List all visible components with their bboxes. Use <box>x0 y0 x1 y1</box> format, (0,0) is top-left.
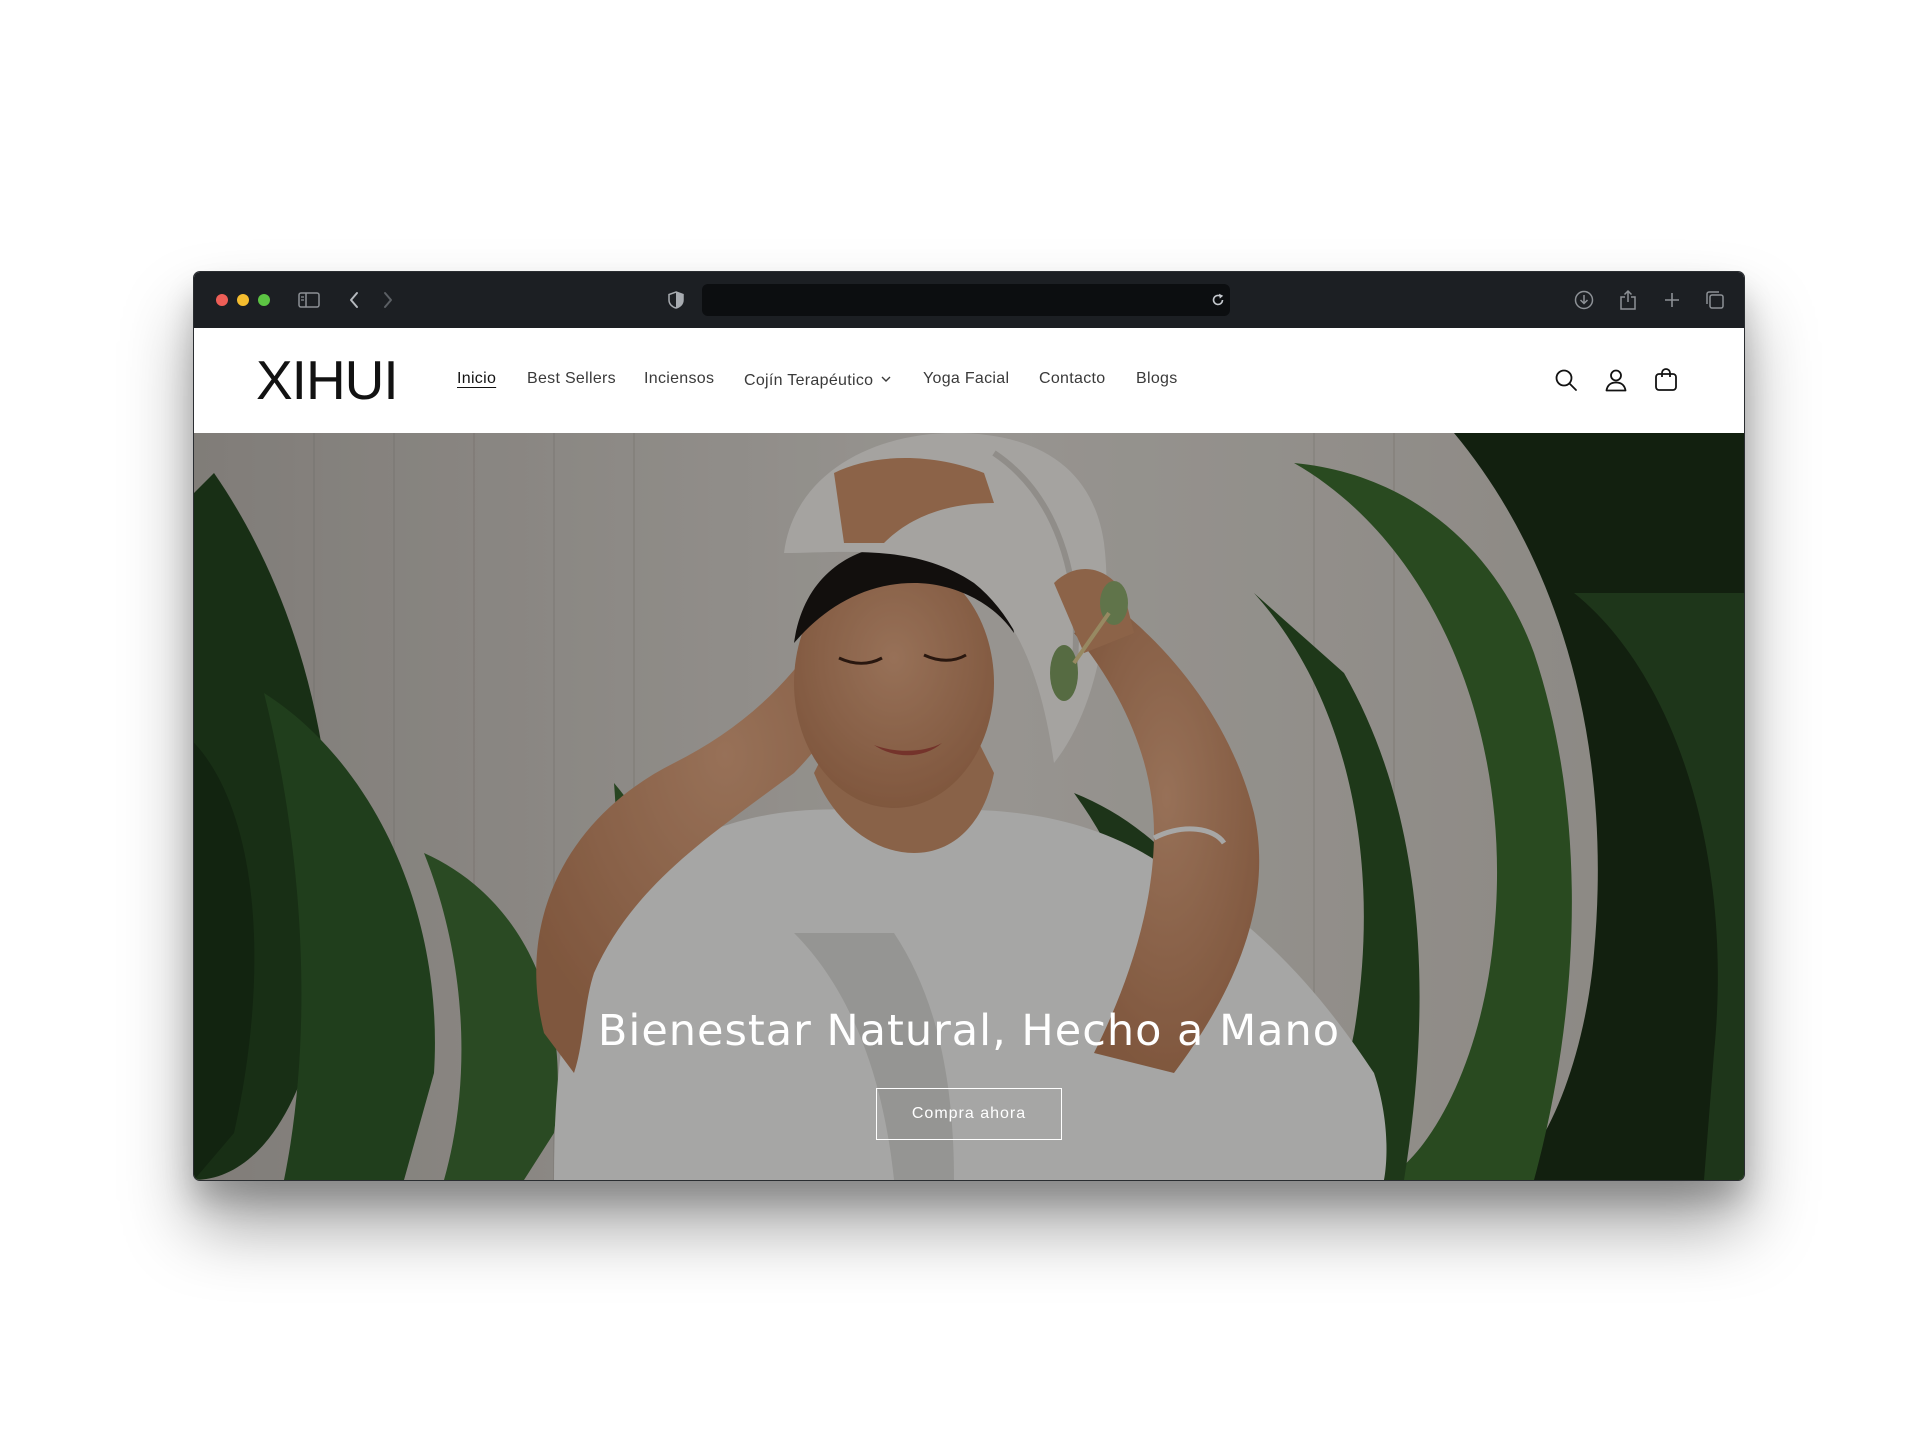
chevron-left-icon[interactable] <box>342 288 366 312</box>
hero-overlay <box>194 433 1744 1180</box>
cart-icon[interactable] <box>1652 366 1680 394</box>
site-header: XIHUI Inicio Best Sellers Inciensos Cojí… <box>194 328 1744 433</box>
nav-item-inicio[interactable]: Inicio <box>457 370 496 388</box>
chevron-down-icon <box>881 370 891 388</box>
shop-now-button[interactable]: Compra ahora <box>876 1088 1062 1140</box>
browser-toolbar <box>194 272 1744 328</box>
nav-item-contacto[interactable]: Contacto <box>1039 370 1105 388</box>
close-window-button[interactable] <box>216 294 228 306</box>
site-logo[interactable]: XIHUI <box>256 350 399 410</box>
share-icon[interactable] <box>1616 288 1640 312</box>
hero-banner: Bienestar Natural, Hecho a Mano Compra a… <box>194 433 1744 1180</box>
minimize-window-button[interactable] <box>237 294 249 306</box>
nav-item-cojin-terapeutico[interactable]: Cojín Terapéutico <box>744 370 891 390</box>
nav-item-label: Cojín Terapéutico <box>744 372 874 389</box>
plus-icon[interactable] <box>1660 288 1684 312</box>
nav-item-blogs[interactable]: Blogs <box>1136 370 1178 388</box>
browser-window: XIHUI Inicio Best Sellers Inciensos Cojí… <box>193 271 1745 1181</box>
nav-item-yoga-facial[interactable]: Yoga Facial <box>923 370 1009 388</box>
search-icon[interactable] <box>1552 366 1580 394</box>
nav-item-best-sellers[interactable]: Best Sellers <box>527 370 616 388</box>
tabs-overview-icon[interactable] <box>1703 288 1727 312</box>
sidebar-icon[interactable] <box>297 288 321 312</box>
user-icon[interactable] <box>1602 366 1630 394</box>
hero-title: Bienestar Natural, Hecho a Mano <box>597 1006 1341 1056</box>
nav-item-inciensos[interactable]: Inciensos <box>644 370 714 388</box>
download-icon[interactable] <box>1572 288 1596 312</box>
shield-icon[interactable] <box>664 288 688 312</box>
zoom-window-button[interactable] <box>258 294 270 306</box>
address-bar[interactable] <box>702 284 1230 316</box>
chevron-right-icon[interactable] <box>376 288 400 312</box>
reload-icon[interactable] <box>1206 288 1230 312</box>
